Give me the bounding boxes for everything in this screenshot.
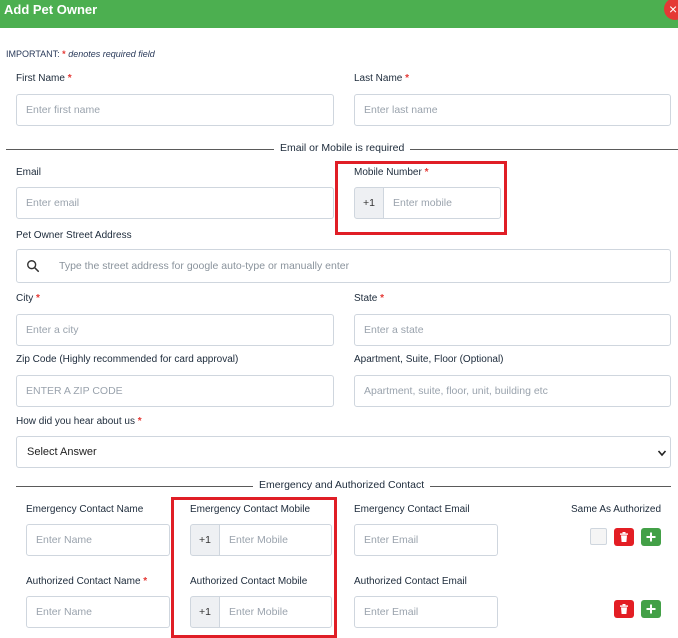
chevron-down-icon xyxy=(657,450,667,457)
last-name-input[interactable]: Enter last name xyxy=(354,94,671,126)
authorized-email-label: Authorized Contact Email xyxy=(354,576,467,587)
zip-input[interactable]: ENTER A ZIP CODE xyxy=(16,375,334,407)
add-emergency-button[interactable] xyxy=(641,528,661,546)
emergency-email-input[interactable]: Enter Email xyxy=(354,524,498,556)
street-address-label: Pet Owner Street Address xyxy=(16,230,132,241)
mobile-label: Mobile Number * xyxy=(354,167,429,178)
authorized-name-input[interactable]: Enter Name xyxy=(26,596,170,628)
authorized-mobile-input[interactable]: Enter Mobile xyxy=(219,596,332,628)
same-as-authorized-label: Same As Authorized xyxy=(571,504,662,515)
city-label: City * xyxy=(16,293,40,304)
trash-icon xyxy=(620,604,628,614)
authorized-email-input[interactable]: Enter Email xyxy=(354,596,498,628)
same-as-authorized-checkbox[interactable] xyxy=(590,528,607,545)
emergency-mobile-label: Emergency Contact Mobile xyxy=(190,504,311,515)
close-icon: × xyxy=(669,1,678,17)
add-authorized-button[interactable] xyxy=(641,600,661,618)
email-label: Email xyxy=(16,167,42,178)
modal-header: Add Pet Owner × xyxy=(0,0,678,28)
zip-label: Zip Code (Highly recommended for card ap… xyxy=(16,354,239,365)
plus-icon xyxy=(646,604,656,614)
emergency-name-label: Emergency Contact Name xyxy=(26,504,144,515)
mobile-input[interactable]: Enter mobile xyxy=(383,187,501,219)
authorized-mobile-country-code: +1 xyxy=(190,596,220,628)
contacts-divider: Emergency and Authorized Contact xyxy=(253,479,431,492)
street-address-placeholder: Type the street address for google auto-… xyxy=(59,260,350,272)
street-address-input[interactable]: Type the street address for google auto-… xyxy=(16,249,671,283)
emergency-mobile-input[interactable]: Enter Mobile xyxy=(219,524,332,556)
hear-about-label: How did you hear about us * xyxy=(16,416,142,427)
state-input[interactable]: Enter a state xyxy=(354,314,671,346)
email-mobile-divider: Email or Mobile is required xyxy=(274,142,411,155)
apartment-input[interactable]: Apartment, suite, floor, unit, building … xyxy=(354,375,671,407)
required-note: IMPORTANT: * denotes required field xyxy=(6,49,155,59)
state-label: State * xyxy=(354,293,385,304)
authorized-mobile-label: Authorized Contact Mobile xyxy=(190,576,308,587)
close-button[interactable]: × xyxy=(664,0,678,20)
emergency-name-input[interactable]: Enter Name xyxy=(26,524,170,556)
emergency-mobile-country-code: +1 xyxy=(190,524,220,556)
modal-title: Add Pet Owner xyxy=(4,2,98,17)
emergency-email-label: Emergency Contact Email xyxy=(354,504,470,515)
hear-about-select[interactable]: Select Answer xyxy=(16,436,671,468)
hear-about-selected: Select Answer xyxy=(27,446,97,458)
first-name-input[interactable]: Enter first name xyxy=(16,94,334,126)
mobile-country-code: +1 xyxy=(354,187,384,219)
first-name-label: First Name * xyxy=(16,73,72,84)
trash-icon xyxy=(620,532,628,542)
search-icon xyxy=(27,260,40,273)
authorized-name-label: Authorized Contact Name * xyxy=(26,576,148,587)
city-input[interactable]: Enter a city xyxy=(16,314,334,346)
last-name-label: Last Name * xyxy=(354,73,410,84)
email-input[interactable]: Enter email xyxy=(16,187,334,219)
delete-emergency-button[interactable] xyxy=(614,528,634,546)
apartment-label: Apartment, Suite, Floor (Optional) xyxy=(354,354,504,365)
plus-icon xyxy=(646,532,656,542)
delete-authorized-button[interactable] xyxy=(614,600,634,618)
